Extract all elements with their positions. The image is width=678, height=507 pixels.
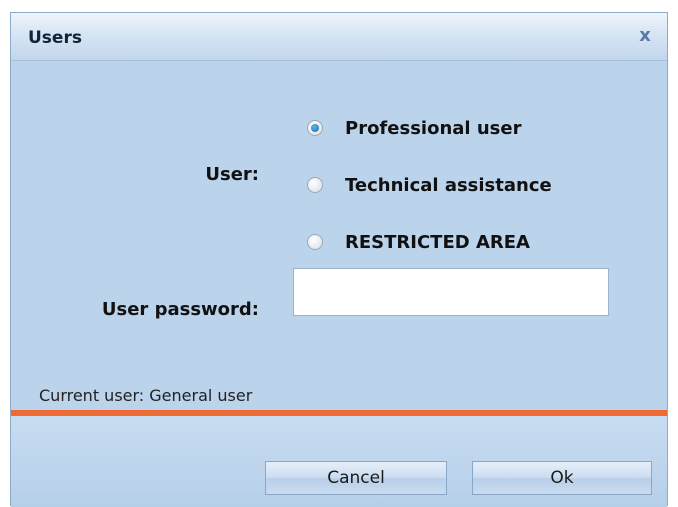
close-button[interactable]: x [635,26,655,46]
dialog-title: Users [28,28,82,48]
radio-technical-assistance[interactable]: Technical assistance [307,172,552,198]
users-dialog: Users x User: Professional user Technica… [10,12,668,507]
dialog-footer: Cancel Ok [11,416,667,507]
radio-professional-user[interactable]: Professional user [307,115,521,141]
radio-label: Professional user [345,117,522,139]
password-input[interactable] [293,268,609,316]
radio-button-icon[interactable] [307,234,323,250]
title-bar[interactable]: Users x [11,13,667,61]
radio-label: Technical assistance [345,174,552,196]
current-user-status: Current user: General user [39,386,253,405]
password-label: User password: [101,299,259,320]
cancel-button[interactable]: Cancel [265,461,447,495]
radio-label: RESTRICTED AREA [345,231,530,253]
radio-button-icon[interactable] [307,120,323,136]
ok-button[interactable]: Ok [472,461,652,495]
radio-restricted-area[interactable]: RESTRICTED AREA [307,229,530,255]
dialog-content: User: Professional user Technical assist… [11,61,667,411]
radio-button-icon[interactable] [307,177,323,193]
user-label: User: [205,164,259,185]
